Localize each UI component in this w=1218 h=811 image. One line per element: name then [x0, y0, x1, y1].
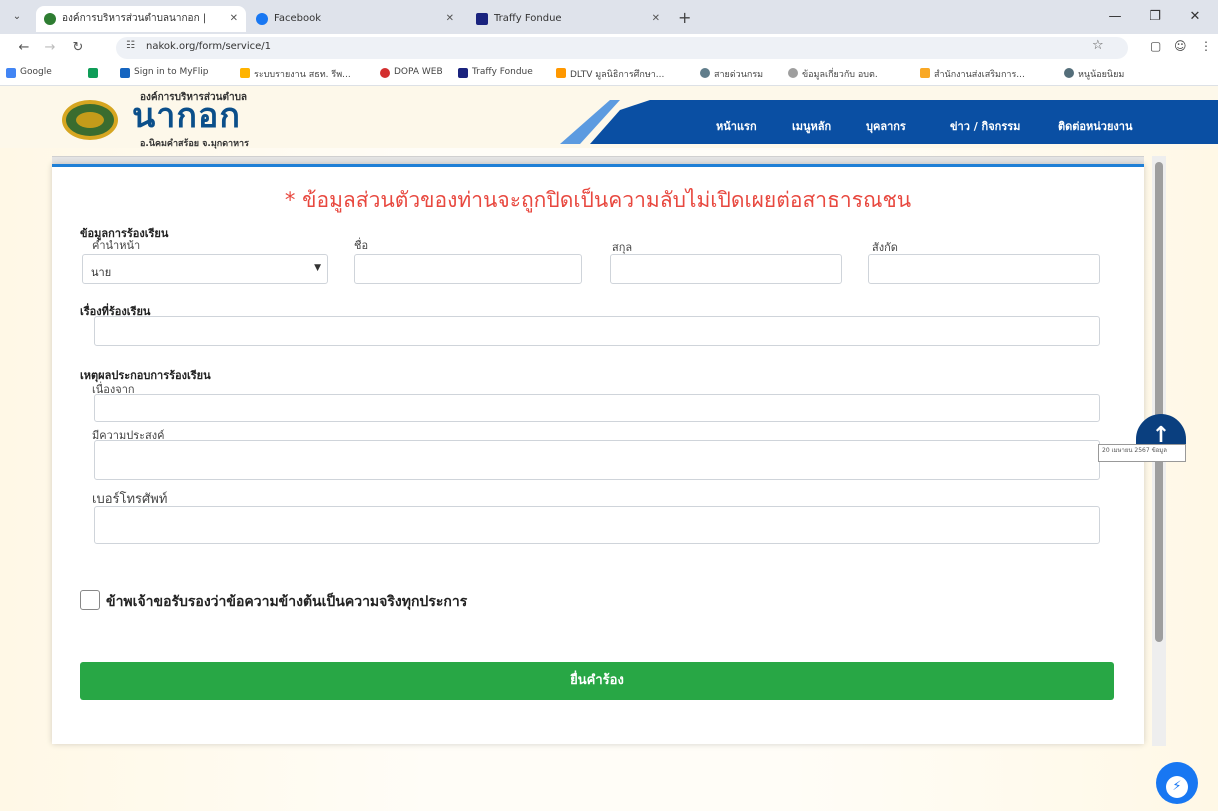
- kids-icon: [1064, 68, 1074, 78]
- tab-title: Facebook: [274, 13, 321, 24]
- subject-input[interactable]: [94, 316, 1100, 346]
- facebook-favicon-icon: [256, 13, 268, 25]
- site-header: องค์การบริหารส่วนตำบล นากอก อ.นิคมคำสร้อ…: [0, 86, 1218, 149]
- tab-search-icon[interactable]: ⌄: [8, 8, 26, 26]
- bookmark-kids[interactable]: หนูน้อยนิยม: [1064, 67, 1124, 81]
- card-accent-line: [52, 164, 1144, 167]
- bookmarks-bar: Google Sign in to MyFlip ระบบรายงาน สธท.…: [0, 62, 1218, 86]
- traffy-icon: [458, 68, 468, 78]
- certify-checkbox[interactable]: [80, 590, 100, 610]
- myflip-icon: [120, 68, 130, 78]
- maximize-icon[interactable]: ❐: [1140, 6, 1170, 28]
- complaint-form-card: * ข้อมูลส่วนตัวของท่านจะถูกปิดเป็นความลั…: [52, 164, 1144, 744]
- tab-title: องค์การบริหารส่วนตำบลนากอก |: [62, 13, 207, 24]
- menu-staff[interactable]: บุคลากร: [866, 117, 906, 135]
- bookmark-myflip[interactable]: Sign in to MyFlip: [120, 67, 208, 78]
- tab-traffy[interactable]: Traffy Fondue ✕: [468, 6, 668, 32]
- bookmark-report[interactable]: ระบบรายงาน สธท. รีพ...: [240, 67, 351, 81]
- new-tab-icon[interactable]: +: [678, 6, 691, 30]
- messenger-chat-button[interactable]: ⚡: [1156, 762, 1198, 804]
- tooltip: 20 เมษายน 2567 ข้อมูล: [1098, 444, 1186, 462]
- bookmark-office[interactable]: สำนักงานส่งเสริมการ...: [920, 67, 1025, 81]
- affiliation-input[interactable]: [868, 254, 1100, 284]
- horizontal-scrollbar[interactable]: [52, 156, 1144, 164]
- traffy-favicon-icon: [476, 13, 488, 25]
- minimize-icon[interactable]: —: [1100, 6, 1130, 28]
- menu-contact[interactable]: ติดต่อหน่วยงาน: [1058, 117, 1133, 135]
- report-icon: [240, 68, 250, 78]
- close-tab-icon[interactable]: ✕: [230, 6, 238, 32]
- forward-icon[interactable]: →: [40, 38, 60, 58]
- submit-button[interactable]: ยื่นคำร้อง: [80, 662, 1114, 700]
- chevron-down-icon: ▼: [314, 263, 321, 273]
- tab-facebook[interactable]: Facebook ✕: [248, 6, 462, 32]
- prefix-select[interactable]: นาย ▼: [82, 254, 328, 284]
- because-input[interactable]: [94, 394, 1100, 422]
- web-page: องค์การบริหารส่วนตำบล นากอก อ.นิคมคำสร้อ…: [0, 86, 1218, 811]
- dltv-icon: [556, 68, 566, 78]
- site-logo-emblem-icon[interactable]: [62, 100, 118, 140]
- bookmark-hotline[interactable]: สายด่วนกรม: [700, 67, 763, 81]
- menu-main[interactable]: เมนูหลัก: [792, 117, 831, 135]
- certify-label[interactable]: ข้าพเจ้าขอรับรองว่าข้อความข้างต้นเป็นควา…: [106, 591, 467, 613]
- bookmark-dltv[interactable]: DLTV มูลนิธิการศึกษา...: [556, 67, 664, 81]
- prefix-selected-value: นาย: [91, 266, 112, 279]
- back-icon[interactable]: ←: [14, 38, 34, 58]
- dopa-icon: [380, 68, 390, 78]
- reload-icon[interactable]: ↻: [68, 38, 88, 58]
- bookmark-traffy[interactable]: Traffy Fondue: [458, 67, 533, 78]
- logo-name[interactable]: นากอก: [132, 96, 241, 136]
- browser-toolbar: ← → ↻ ☷ nakok.org/form/service/1 ☆ ▢ ☺ ⋮: [0, 34, 1218, 62]
- label-firstname: ชื่อ: [354, 239, 369, 252]
- close-tab-icon[interactable]: ✕: [446, 6, 454, 32]
- firstname-input[interactable]: [354, 254, 582, 284]
- purpose-input[interactable]: [94, 440, 1100, 480]
- tab-title: Traffy Fondue: [494, 13, 562, 24]
- bookmark-star-icon[interactable]: ☆: [1092, 38, 1104, 53]
- bookmark-google[interactable]: Google: [6, 67, 52, 78]
- apps-grid-icon: [88, 68, 98, 78]
- site-info-icon[interactable]: ☷: [126, 40, 135, 51]
- address-bar[interactable]: ☷ nakok.org/form/service/1: [116, 37, 1128, 59]
- hotline-icon: [700, 68, 710, 78]
- messenger-icon: ⚡: [1166, 776, 1188, 798]
- bookmark-info[interactable]: ข้อมูลเกี่ยวกับ อบต.: [788, 67, 878, 81]
- profile-icon[interactable]: ☺: [1174, 39, 1187, 53]
- phone-input[interactable]: [94, 506, 1100, 544]
- tab-nakok[interactable]: องค์การบริหารส่วนตำบลนากอก | ✕: [36, 6, 246, 32]
- scrollbar-thumb[interactable]: [1155, 162, 1163, 642]
- lastname-input[interactable]: [610, 254, 842, 284]
- close-tab-icon[interactable]: ✕: [652, 6, 660, 32]
- office-icon: [920, 68, 930, 78]
- info-icon: [788, 68, 798, 78]
- close-window-icon[interactable]: ✕: [1180, 6, 1210, 28]
- menu-news[interactable]: ข่าว / กิจกรรม: [950, 117, 1020, 135]
- bookmark-dopa[interactable]: DOPA WEB: [380, 67, 443, 78]
- menu-kebab-icon[interactable]: ⋮: [1200, 39, 1212, 53]
- browser-tab-bar: ⌄ องค์การบริหารส่วนตำบลนากอก | ✕ Faceboo…: [0, 0, 1218, 34]
- nakok-favicon-icon: [44, 13, 56, 25]
- logo-location: อ.นิคมคำสร้อย จ.มุกดาหาร: [140, 139, 249, 149]
- label-prefix: คำนำหน้า: [92, 239, 141, 252]
- menu-home[interactable]: หน้าแรก: [716, 117, 757, 135]
- privacy-notice: * ข้อมูลส่วนตัวของท่านจะถูกปิดเป็นความลั…: [284, 188, 912, 212]
- google-icon: [6, 68, 16, 78]
- url-text: nakok.org/form/service/1: [146, 41, 271, 52]
- sidebar-icon[interactable]: ▢: [1150, 39, 1161, 53]
